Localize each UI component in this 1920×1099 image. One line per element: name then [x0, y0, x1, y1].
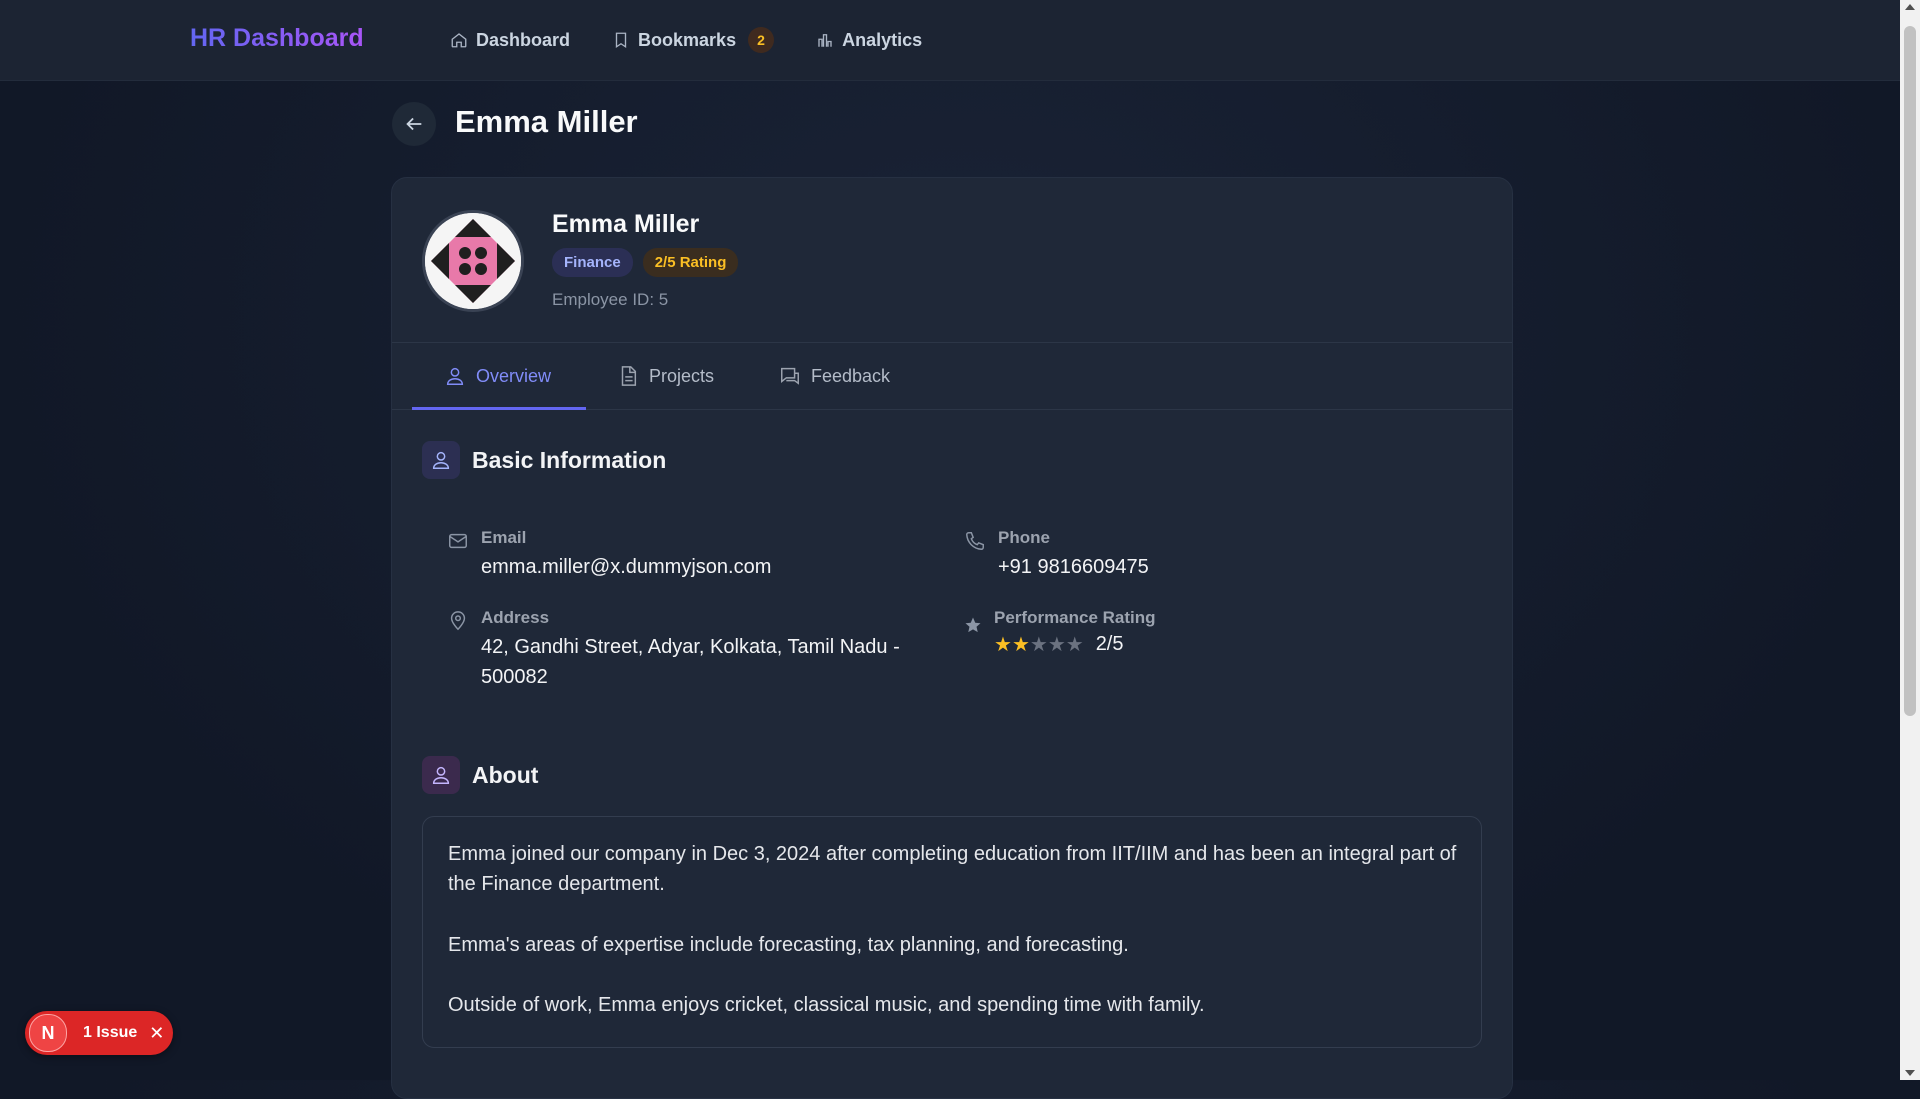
nav-item-bookmarks[interactable]: Bookmarks 2 [612, 27, 775, 53]
employee-name: Emma Miller [552, 210, 700, 238]
about-paragraph-2: Emma's areas of expertise include foreca… [448, 934, 1129, 956]
rating-badge: 2/5 Rating [642, 248, 739, 277]
address-label: Address [481, 608, 550, 627]
avatar [422, 210, 524, 312]
star-rating: ★★★★★ 2/5 [994, 632, 1156, 657]
about-paragraph-1: Emma joined our company in Dec 3, 2024 a… [448, 843, 1457, 895]
star-icon [965, 617, 981, 633]
scrollbar-thumb[interactable] [1904, 26, 1916, 716]
tab-overview[interactable]: Overview [444, 343, 551, 409]
employee-id: Employee ID: 5 [552, 290, 669, 309]
scroll-up-arrow-icon[interactable] [1905, 4, 1915, 10]
arrow-left-icon [406, 117, 422, 131]
avatar-pattern-image [425, 213, 521, 309]
chat-icon [781, 367, 799, 385]
department-badge: Finance [552, 248, 633, 277]
nav-label-analytics: Analytics [842, 29, 923, 50]
profile-tabs: Overview Projects Feedback [392, 342, 1512, 410]
address-value: 42, Gandhi Street, Adyar, Kolkata, Tamil… [481, 636, 900, 688]
basic-info-section-icon [422, 441, 460, 479]
back-button[interactable] [392, 102, 436, 146]
phone-info: Phone +91 9816609475 [964, 528, 1149, 582]
about-header: About [422, 756, 538, 794]
home-icon [451, 33, 467, 48]
mail-icon [449, 533, 467, 549]
tab-overview-label: Overview [476, 365, 552, 386]
star-filled-icon: ★ [1011, 634, 1030, 656]
basic-info-title: Basic Information [472, 446, 667, 473]
phone-icon [966, 532, 984, 550]
user-icon [432, 451, 450, 469]
star-empty-icon: ★ [1029, 634, 1048, 656]
close-icon[interactable]: ✕ [149, 1023, 164, 1044]
star-filled-icon: ★ [994, 634, 1012, 656]
issues-indicator[interactable]: N 1 Issue ✕ [25, 1011, 173, 1055]
active-tab-indicator [412, 407, 586, 410]
page-scrollbar[interactable] [1900, 0, 1920, 1080]
performance-rating-info: Performance Rating ★★★★★ 2/5 [964, 608, 1156, 657]
star-empty-icon: ★ [1047, 634, 1066, 656]
top-navbar: HR Dashboard Dashboard Bookmarks 2 Analy… [0, 0, 1900, 81]
nav-label-bookmarks: Bookmarks [638, 29, 737, 50]
tab-feedback-label: Feedback [811, 365, 891, 386]
stars-container: ★★★★★ [994, 632, 1084, 657]
profile-tags: Finance 2/5 Rating [552, 248, 739, 277]
email-info: Email emma.miller@x.dummyjson.com [447, 528, 771, 582]
star-empty-icon: ★ [1065, 634, 1084, 656]
bookmarks-count-badge: 2 [748, 27, 775, 53]
tab-projects[interactable]: Projects [617, 343, 714, 409]
about-text-box: Emma joined our company in Dec 3, 2024 a… [422, 816, 1482, 1048]
user-icon [432, 766, 450, 784]
phone-value[interactable]: +91 9816609475 [998, 552, 1149, 582]
about-paragraph-3: Outside of work, Emma enjoys cricket, cl… [448, 994, 1205, 1016]
scroll-down-arrow-icon[interactable] [1905, 1070, 1915, 1076]
brand-logo-text[interactable]: HR Dashboard [190, 24, 364, 53]
about-section-icon [422, 756, 460, 794]
tab-feedback[interactable]: Feedback [779, 343, 890, 409]
nextjs-logo-icon: N [29, 1014, 67, 1052]
bookmark-icon [615, 32, 627, 49]
address-info: Address 42, Gandhi Street, Adyar, Kolkat… [447, 608, 937, 692]
issue-count-label: 1 Issue [83, 1024, 138, 1041]
main-nav: Dashboard Bookmarks 2 Analytics [450, 0, 922, 80]
performance-rating-label: Performance Rating [994, 608, 1156, 627]
about-title: About [472, 761, 539, 788]
tab-projects-label: Projects [649, 365, 715, 386]
bar-chart-icon [818, 34, 832, 47]
employee-profile-card: Emma Miller Finance 2/5 Rating Employee … [391, 177, 1513, 1099]
user-icon [446, 367, 464, 385]
email-label: Email [481, 528, 527, 547]
nav-item-dashboard[interactable]: Dashboard [450, 30, 570, 51]
basic-info-header: Basic Information [422, 441, 666, 479]
page-title: Emma Miller [455, 104, 638, 139]
email-value[interactable]: emma.miller@x.dummyjson.com [481, 552, 771, 582]
phone-label: Phone [998, 528, 1050, 547]
nav-label-dashboard: Dashboard [476, 29, 571, 50]
map-pin-icon [450, 611, 466, 631]
document-icon [621, 366, 637, 386]
rating-value-text: 2/5 [1095, 633, 1124, 655]
nav-item-analytics[interactable]: Analytics [816, 30, 922, 51]
